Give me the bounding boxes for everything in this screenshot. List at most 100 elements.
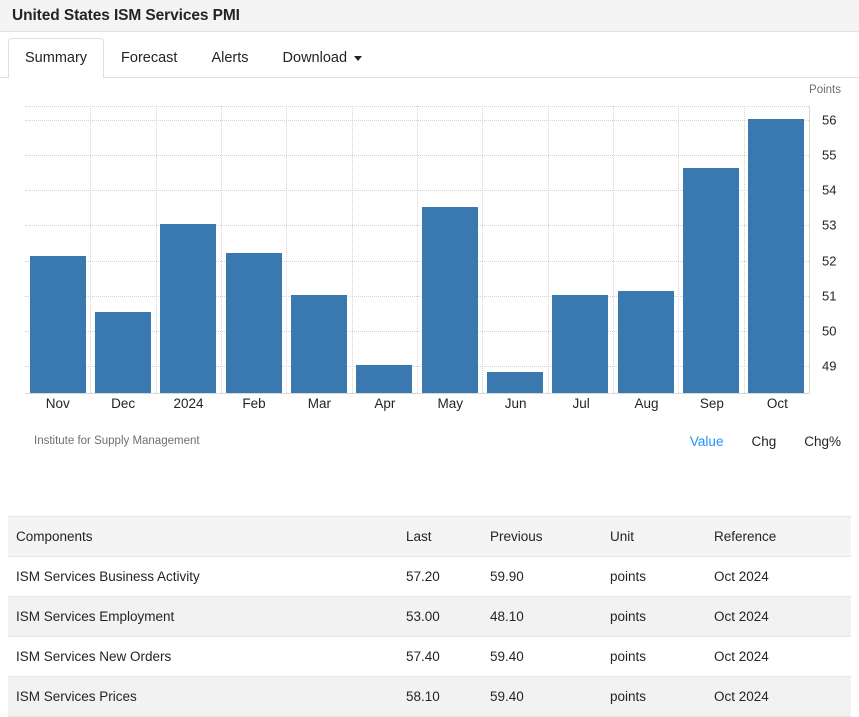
tab-label: Download [283, 50, 348, 66]
bar-mar[interactable] [291, 295, 347, 393]
chart-x-axis: NovDec2024FebMarAprMayJunJulAugSepOct [25, 396, 810, 411]
bar-slot [744, 106, 809, 393]
component-unit: points [602, 637, 706, 677]
x-axis-tick-label: Jun [483, 396, 548, 411]
bar-apr[interactable] [356, 365, 412, 393]
component-name: ISM Services Business Activity [8, 557, 398, 597]
bar-slot [90, 106, 155, 393]
bar-slot [25, 106, 90, 393]
column-header-components[interactable]: Components [8, 517, 398, 557]
bar-sep[interactable] [683, 168, 739, 393]
chart-source-label: Institute for Supply Management [34, 435, 690, 447]
table-row[interactable]: ISM Services Business Activity57.2059.90… [8, 557, 851, 597]
component-last: 58.10 [398, 677, 482, 717]
bar-slot [352, 106, 417, 393]
tab-summary[interactable]: Summary [8, 38, 104, 77]
component-reference: Oct 2024 [706, 677, 851, 717]
chart-footer: Institute for Supply Management Value Chg… [0, 426, 859, 456]
component-last: 53.00 [398, 597, 482, 637]
y-axis-tick-label: 56 [822, 113, 836, 128]
bar-may[interactable] [422, 207, 478, 393]
tab-label: Alerts [211, 50, 248, 66]
chevron-down-icon [354, 56, 362, 61]
x-axis-tick-label: Jul [548, 396, 613, 411]
column-header-previous[interactable]: Previous [482, 517, 602, 557]
chart-plot-area [25, 106, 810, 394]
chart-plot-wrapper [25, 106, 810, 394]
component-previous: 48.10 [482, 597, 602, 637]
column-header-unit[interactable]: Unit [602, 517, 706, 557]
component-name: ISM Services New Orders [8, 637, 398, 677]
bar-jun[interactable] [487, 372, 543, 393]
component-previous: 59.40 [482, 637, 602, 677]
component-unit: points [602, 557, 706, 597]
component-previous: 59.40 [482, 677, 602, 717]
component-reference: Oct 2024 [706, 597, 851, 637]
tab-alerts[interactable]: Alerts [194, 38, 265, 77]
tab-forecast[interactable]: Forecast [104, 38, 194, 77]
y-axis-tick-label: 52 [822, 253, 836, 268]
bar-slot [482, 106, 547, 393]
tab-label: Summary [25, 50, 87, 66]
component-name: ISM Services Employment [8, 597, 398, 637]
chart-units-label: Points [809, 84, 841, 96]
components-table-head: Components Last Previous Unit Reference [8, 517, 851, 557]
bar-dec[interactable] [95, 312, 151, 393]
table-row[interactable]: ISM Services New Orders57.4059.40pointsO… [8, 637, 851, 677]
components-table-body: ISM Services Business Activity57.2059.90… [8, 557, 851, 717]
component-unit: points [602, 597, 706, 637]
component-previous: 59.90 [482, 557, 602, 597]
chart-mode-value[interactable]: Value [690, 434, 724, 449]
x-axis-tick-label: Nov [25, 396, 90, 411]
x-axis-tick-label: Aug [614, 396, 679, 411]
bar-slot [156, 106, 221, 393]
tab-label: Forecast [121, 50, 177, 66]
component-reference: Oct 2024 [706, 557, 851, 597]
x-axis-tick-label: Dec [90, 396, 155, 411]
bar-slot [286, 106, 351, 393]
bar-feb[interactable] [226, 253, 282, 393]
bar-slot [417, 106, 482, 393]
x-axis-tick-label: Feb [221, 396, 286, 411]
chart-bars [25, 106, 809, 393]
components-table: Components Last Previous Unit Reference … [8, 516, 851, 717]
page-header: United States ISM Services PMI [0, 0, 859, 32]
y-axis-tick-label: 55 [822, 148, 836, 163]
x-axis-tick-label: Apr [352, 396, 417, 411]
component-name: ISM Services Prices [8, 677, 398, 717]
bar-nov[interactable] [30, 256, 86, 393]
x-axis-tick-label: Mar [287, 396, 352, 411]
x-axis-tick-label: 2024 [156, 396, 221, 411]
column-header-last[interactable]: Last [398, 517, 482, 557]
bar-slot [613, 106, 678, 393]
chart-mode-links: Value Chg Chg% [690, 434, 841, 449]
component-reference: Oct 2024 [706, 637, 851, 677]
y-axis-tick-label: 53 [822, 218, 836, 233]
chart-card: Points 56 55 54 53 52 51 50 49 NovDec2024FebMar… [0, 78, 859, 482]
column-header-reference[interactable]: Reference [706, 517, 851, 557]
bar-2024[interactable] [160, 224, 216, 393]
y-axis-tick-label: 49 [822, 358, 836, 373]
table-header-row: Components Last Previous Unit Reference [8, 517, 851, 557]
bar-slot [678, 106, 743, 393]
component-last: 57.20 [398, 557, 482, 597]
chart-mode-chg-pct[interactable]: Chg% [804, 434, 841, 449]
chart-mode-chg[interactable]: Chg [751, 434, 776, 449]
y-axis-tick-label: 50 [822, 323, 836, 338]
tab-download[interactable]: Download [266, 38, 380, 77]
y-axis-tick-label: 51 [822, 288, 836, 303]
chart-y-axis: 56 55 54 53 52 51 50 49 [812, 106, 858, 394]
bar-aug[interactable] [618, 291, 674, 393]
bar-oct[interactable] [748, 119, 804, 393]
x-axis-tick-label: Oct [745, 396, 810, 411]
table-row[interactable]: ISM Services Employment53.0048.10pointsO… [8, 597, 851, 637]
bar-jul[interactable] [552, 295, 608, 393]
component-last: 57.40 [398, 637, 482, 677]
page-title: United States ISM Services PMI [12, 7, 240, 25]
x-axis-tick-label: Sep [679, 396, 744, 411]
table-row[interactable]: ISM Services Prices58.1059.40pointsOct 2… [8, 677, 851, 717]
component-unit: points [602, 677, 706, 717]
y-axis-tick-label: 54 [822, 183, 836, 198]
bar-slot [548, 106, 613, 393]
bar-slot [221, 106, 286, 393]
